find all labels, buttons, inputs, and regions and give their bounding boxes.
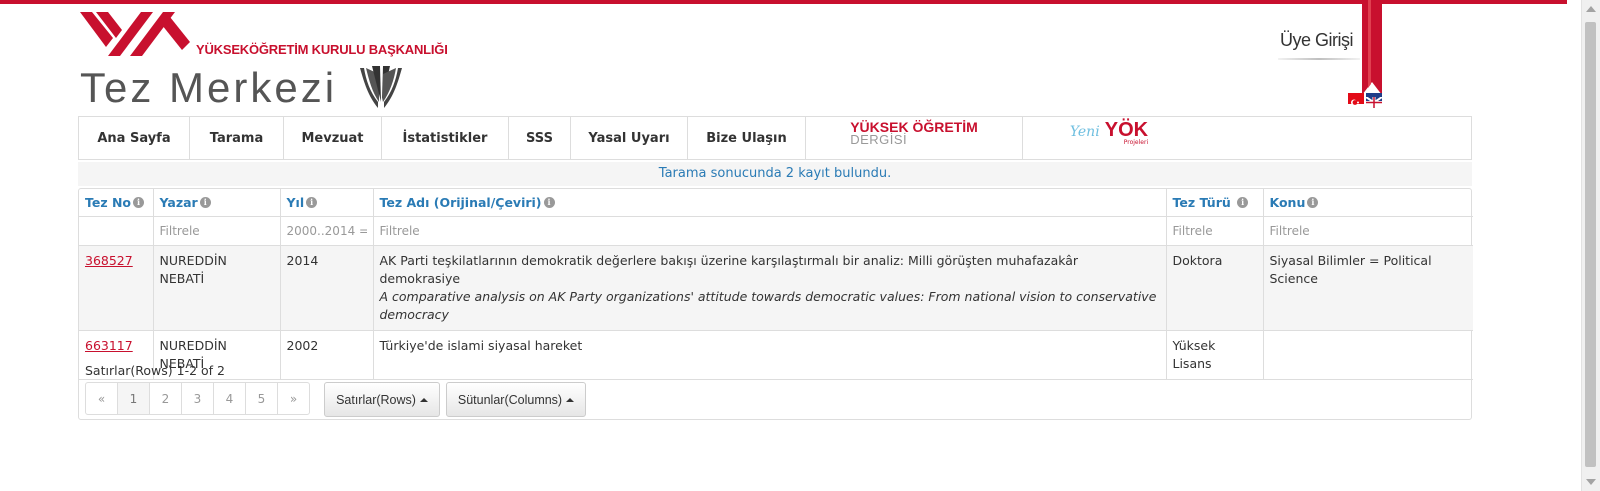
ribbon-bookmark-icon — [1362, 0, 1382, 95]
nav-statistics[interactable]: İstatistikler — [382, 117, 509, 159]
filter-tez-turu-cell — [1166, 216, 1264, 246]
filter-yil-cell — [280, 216, 374, 246]
nav-faq[interactable]: SSS — [509, 117, 571, 159]
tez-adi-cell: Türkiye'de islami siyasal hareket — [373, 330, 1167, 380]
filter-yazar-cell — [153, 216, 281, 246]
table-row[interactable]: 368527 NUREDDİN NEBATİ 2014 AK Parti teş… — [79, 245, 1473, 331]
caret-up-icon — [419, 397, 428, 402]
results-table: Tez No i Yazar i Yıl i Tez Adı (Orijinal/Çe… — [79, 189, 1473, 380]
book-logo-icon — [360, 66, 402, 108]
main-navigation: Ana Sayfa Tarama Mevzuat İstatistikler S… — [78, 116, 1472, 160]
caret-up-icon — [566, 397, 575, 402]
col-yazar-label: Yazar — [159, 195, 198, 210]
yuksek-ogretim-dergisi-link[interactable]: YÜKSEK ÖĞRETİM DERGİSİ — [806, 117, 1023, 159]
filter-tez-turu-input[interactable] — [1172, 224, 1257, 238]
yok-label: YÖK — [1104, 119, 1149, 141]
col-tez-no[interactable]: Tez No i — [79, 189, 154, 217]
filter-yazar-input[interactable] — [159, 224, 274, 238]
info-icon[interactable]: i — [1237, 197, 1249, 208]
rows-dropdown-button[interactable]: Satırlar(Rows) — [324, 382, 440, 417]
rows-dropdown-label: Satırlar(Rows) — [336, 392, 416, 407]
columns-dropdown-label: Sütunlar(Columns) — [457, 392, 563, 407]
col-yazar[interactable]: Yazar i — [153, 189, 281, 217]
dergi-subtitle: DERGİSİ — [850, 132, 908, 147]
columns-dropdown-button[interactable]: Sütunlar(Columns) — [446, 382, 586, 417]
page-1-button[interactable]: 1 — [117, 382, 150, 415]
col-yil[interactable]: Yıl i — [280, 189, 374, 217]
nav-home[interactable]: Ana Sayfa — [79, 117, 190, 159]
filter-tez-adi-input[interactable] — [379, 224, 1160, 238]
english-flag-icon[interactable] — [1365, 93, 1383, 109]
yeni-label: Yeni — [1069, 124, 1100, 140]
nav-legislation[interactable]: Mevzuat — [284, 117, 382, 159]
info-icon[interactable]: i — [543, 197, 555, 208]
scroll-down-icon[interactable] — [1586, 479, 1596, 485]
member-login-link[interactable]: Üye Girişi — [1280, 30, 1354, 51]
vertical-scrollbar[interactable] — [1581, 0, 1600, 491]
top-red-bar — [0, 0, 1567, 4]
results-table-panel: Tez No i Yazar i Yıl i Tez Adı (Orijinal/Çe… — [78, 188, 1473, 420]
nav-search[interactable]: Tarama — [190, 117, 284, 159]
page-2-button[interactable]: 2 — [149, 382, 182, 415]
pager-info: Satırlar(Rows) 1-2 of 2 — [85, 363, 225, 378]
col-konu[interactable]: Konu i — [1263, 189, 1473, 217]
col-tez-turu-label: Tez Türü — [1172, 195, 1231, 210]
yazar-cell: NUREDDİN NEBATİ — [153, 245, 281, 331]
info-icon[interactable]: i — [199, 197, 211, 208]
info-icon[interactable]: i — [306, 197, 318, 208]
scrollbar-thumb[interactable] — [1585, 22, 1596, 467]
login-underline — [1278, 58, 1360, 60]
col-tez-no-label: Tez No — [85, 195, 132, 210]
col-tez-adi-label: Tez Adı (Orijinal/Çeviri) — [379, 195, 542, 210]
konu-cell — [1263, 330, 1473, 380]
col-yil-label: Yıl — [286, 195, 305, 210]
tez-no-link[interactable]: 663117 — [85, 338, 133, 353]
site-title: Tez Merkezi — [80, 64, 338, 111]
page-last-button[interactable]: » — [277, 382, 310, 415]
title-translated: A comparative analysis on AK Party organ… — [379, 289, 1157, 322]
result-count-bar: Tarama sonucunda 2 kayıt bulundu. — [78, 162, 1472, 186]
table-row[interactable]: 663117 NUREDDİN NEBATİ 2002 Türkiye'de i… — [79, 330, 1473, 380]
tez-no-link[interactable]: 368527 — [85, 253, 133, 268]
info-icon[interactable]: i — [1307, 197, 1319, 208]
konu-cell: Siyasal Bilimler = Political Science — [1263, 245, 1473, 331]
title-original: AK Parti teşkilatlarının demokratik değe… — [379, 253, 1079, 286]
page-4-button[interactable]: 4 — [213, 382, 246, 415]
yil-cell: 2014 — [280, 245, 374, 331]
filter-tez-no — [79, 216, 154, 246]
yeni-yok-projeleri-link[interactable]: Yeni YÖK Projeleri — [1023, 117, 1195, 159]
filter-tez-adi-cell — [373, 216, 1167, 246]
yok-logo-mark-icon — [80, 12, 190, 56]
info-icon[interactable]: i — [133, 197, 145, 208]
filter-yil-input[interactable] — [286, 224, 367, 238]
col-konu-label: Konu — [1269, 195, 1306, 210]
page-5-button[interactable]: 5 — [245, 382, 278, 415]
turkish-flag-icon[interactable] — [1348, 93, 1364, 106]
filter-row — [79, 216, 1473, 246]
table-header-row: Tez No i Yazar i Yıl i Tez Adı (Orijinal/Çe… — [79, 189, 1473, 217]
scroll-up-icon[interactable] — [1586, 6, 1596, 12]
filter-konu-input[interactable] — [1269, 224, 1467, 238]
org-name: YÜKSEKÖĞRETİM KURULU BAŞKANLIĞI — [196, 42, 448, 57]
page-first-button[interactable]: « — [85, 382, 118, 415]
tez-adi-cell: AK Parti teşkilatlarının demokratik değe… — [373, 245, 1167, 331]
page-3-button[interactable]: 3 — [181, 382, 214, 415]
col-tez-adi[interactable]: Tez Adı (Orijinal/Çeviri) i — [373, 189, 1167, 217]
nav-legal-notice[interactable]: Yasal Uyarı — [571, 117, 688, 159]
tez-no-cell: 368527 — [79, 245, 154, 331]
tez-turu-cell: Doktora — [1166, 245, 1264, 331]
filter-konu-cell — [1263, 216, 1473, 246]
pagination: « 1 2 3 4 5 » — [85, 382, 310, 415]
title-original: Türkiye'de islami siyasal hareket — [379, 338, 583, 353]
yil-cell: 2002 — [280, 330, 374, 380]
nav-contact[interactable]: Bize Ulaşın — [688, 117, 806, 159]
tez-turu-cell: Yüksek Lisans — [1166, 330, 1264, 380]
col-tez-turu[interactable]: Tez Türü i — [1166, 189, 1264, 217]
